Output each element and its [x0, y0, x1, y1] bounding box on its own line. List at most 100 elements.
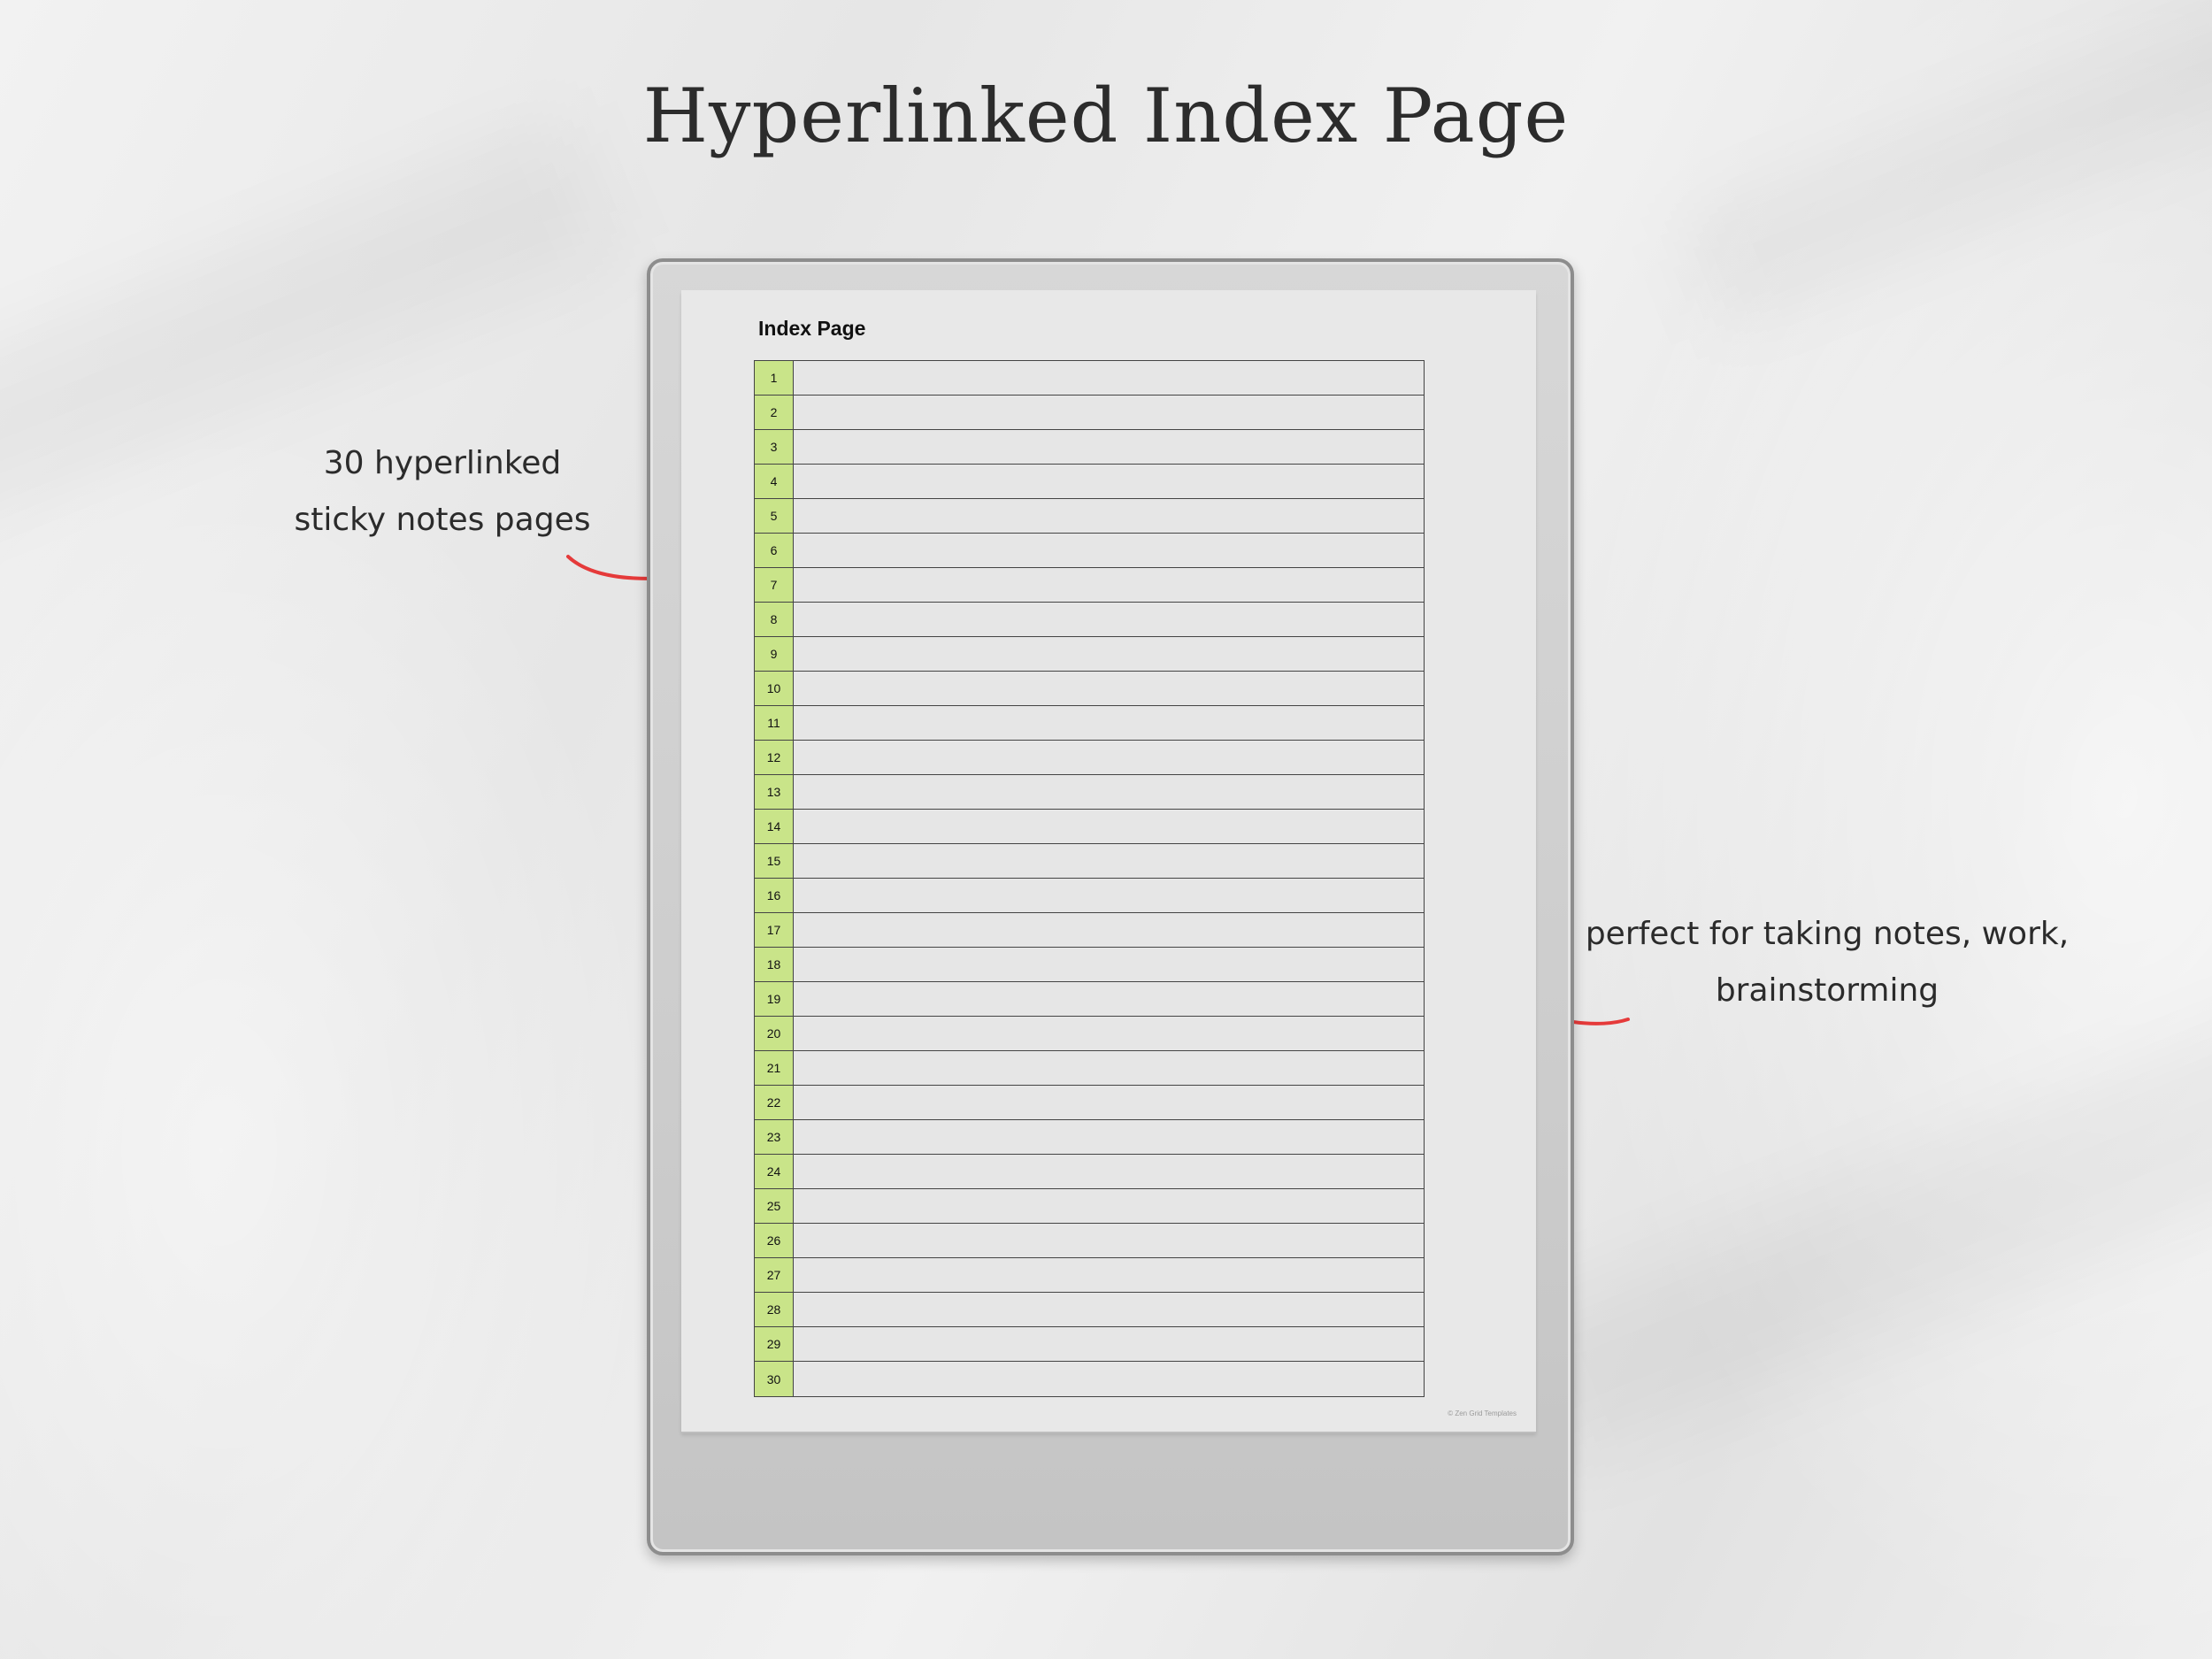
index-row[interactable]: 11: [755, 706, 1424, 741]
callout-left-line1: 30 hyperlinked: [323, 445, 562, 481]
screen-title: Index Page: [758, 317, 866, 340]
index-row[interactable]: 30: [755, 1362, 1424, 1396]
callout-right-line1: perfect for taking notes, work,: [1585, 916, 2070, 952]
index-entry-line[interactable]: [794, 982, 1424, 1016]
callout-right: perfect for taking notes, work, brainsto…: [1584, 906, 2070, 1019]
index-row[interactable]: 16: [755, 879, 1424, 913]
index-entry-line[interactable]: [794, 948, 1424, 981]
index-number[interactable]: 18: [755, 948, 794, 981]
index-number[interactable]: 2: [755, 396, 794, 429]
index-number[interactable]: 24: [755, 1155, 794, 1188]
copyright-notice: © Zen Grid Templates: [1448, 1409, 1517, 1417]
index-number[interactable]: 29: [755, 1327, 794, 1361]
index-number[interactable]: 26: [755, 1224, 794, 1257]
index-number[interactable]: 15: [755, 844, 794, 878]
index-row[interactable]: 5: [755, 499, 1424, 534]
index-number[interactable]: 14: [755, 810, 794, 843]
index-row[interactable]: 28: [755, 1293, 1424, 1327]
index-entry-line[interactable]: [794, 1086, 1424, 1119]
index-row[interactable]: 10: [755, 672, 1424, 706]
index-number[interactable]: 27: [755, 1258, 794, 1292]
index-entry-line[interactable]: [794, 1120, 1424, 1154]
index-number[interactable]: 16: [755, 879, 794, 912]
index-entry-line[interactable]: [794, 1293, 1424, 1326]
index-entry-line[interactable]: [794, 844, 1424, 878]
index-number[interactable]: 12: [755, 741, 794, 774]
index-entry-line[interactable]: [794, 637, 1424, 671]
index-number[interactable]: 1: [755, 361, 794, 395]
index-entry-line[interactable]: [794, 603, 1424, 636]
index-number[interactable]: 8: [755, 603, 794, 636]
index-number[interactable]: 9: [755, 637, 794, 671]
index-number[interactable]: 21: [755, 1051, 794, 1085]
index-row[interactable]: 24: [755, 1155, 1424, 1189]
index-entry-line[interactable]: [794, 1189, 1424, 1223]
index-entry-line[interactable]: [794, 1155, 1424, 1188]
index-number[interactable]: 20: [755, 1017, 794, 1050]
callout-left: 30 hyperlinked sticky notes pages: [265, 435, 619, 549]
index-number[interactable]: 11: [755, 706, 794, 740]
index-row[interactable]: 29: [755, 1327, 1424, 1362]
index-number[interactable]: 4: [755, 465, 794, 498]
index-row[interactable]: 12: [755, 741, 1424, 775]
index-entry-line[interactable]: [794, 534, 1424, 567]
index-entry-line[interactable]: [794, 1327, 1424, 1361]
index-number[interactable]: 25: [755, 1189, 794, 1223]
index-row[interactable]: 27: [755, 1258, 1424, 1293]
index-entry-line[interactable]: [794, 1362, 1424, 1396]
index-entry-line[interactable]: [794, 1258, 1424, 1292]
index-entry-line[interactable]: [794, 430, 1424, 464]
device-screen: Index Page 1 2 3 4 5 6 7 8 9 10 11 12 13 14 15 16 17 18 19…: [681, 290, 1536, 1432]
index-number[interactable]: 10: [755, 672, 794, 705]
index-row[interactable]: 21: [755, 1051, 1424, 1086]
index-row[interactable]: 22: [755, 1086, 1424, 1120]
index-number[interactable]: 23: [755, 1120, 794, 1154]
index-entry-line[interactable]: [794, 810, 1424, 843]
index-entry-line[interactable]: [794, 775, 1424, 809]
index-number[interactable]: 30: [755, 1362, 794, 1396]
index-row[interactable]: 15: [755, 844, 1424, 879]
index-row[interactable]: 19: [755, 982, 1424, 1017]
callout-right-line2: brainstorming: [1715, 972, 1939, 1009]
index-entry-line[interactable]: [794, 913, 1424, 947]
index-number[interactable]: 13: [755, 775, 794, 809]
index-number[interactable]: 17: [755, 913, 794, 947]
index-entry-line[interactable]: [794, 1051, 1424, 1085]
callout-left-line2: sticky notes pages: [294, 502, 591, 538]
index-number[interactable]: 7: [755, 568, 794, 602]
index-row[interactable]: 18: [755, 948, 1424, 982]
index-entry-line[interactable]: [794, 741, 1424, 774]
index-number[interactable]: 22: [755, 1086, 794, 1119]
index-entry-line[interactable]: [794, 1224, 1424, 1257]
index-row[interactable]: 17: [755, 913, 1424, 948]
index-entry-line[interactable]: [794, 396, 1424, 429]
index-entry-line[interactable]: [794, 706, 1424, 740]
index-row[interactable]: 13: [755, 775, 1424, 810]
index-row[interactable]: 14: [755, 810, 1424, 844]
index-row[interactable]: 20: [755, 1017, 1424, 1051]
index-row[interactable]: 4: [755, 465, 1424, 499]
index-entry-line[interactable]: [794, 361, 1424, 395]
index-entry-line[interactable]: [794, 499, 1424, 533]
index-entry-line[interactable]: [794, 879, 1424, 912]
index-number[interactable]: 3: [755, 430, 794, 464]
index-row[interactable]: 6: [755, 534, 1424, 568]
index-entry-line[interactable]: [794, 672, 1424, 705]
index-number[interactable]: 6: [755, 534, 794, 567]
index-row[interactable]: 26: [755, 1224, 1424, 1258]
index-entry-line[interactable]: [794, 465, 1424, 498]
index-row[interactable]: 23: [755, 1120, 1424, 1155]
index-entry-line[interactable]: [794, 1017, 1424, 1050]
index-row[interactable]: 25: [755, 1189, 1424, 1224]
index-row[interactable]: 3: [755, 430, 1424, 465]
index-row[interactable]: 7: [755, 568, 1424, 603]
index-table: 1 2 3 4 5 6 7 8 9 10 11 12 13 14 15 16 17 18 19 20 21 22 23 24 2…: [754, 360, 1425, 1397]
index-number[interactable]: 5: [755, 499, 794, 533]
index-number[interactable]: 19: [755, 982, 794, 1016]
index-entry-line[interactable]: [794, 568, 1424, 602]
index-row[interactable]: 9: [755, 637, 1424, 672]
index-row[interactable]: 8: [755, 603, 1424, 637]
index-number[interactable]: 28: [755, 1293, 794, 1326]
index-row[interactable]: 1: [755, 361, 1424, 396]
index-row[interactable]: 2: [755, 396, 1424, 430]
